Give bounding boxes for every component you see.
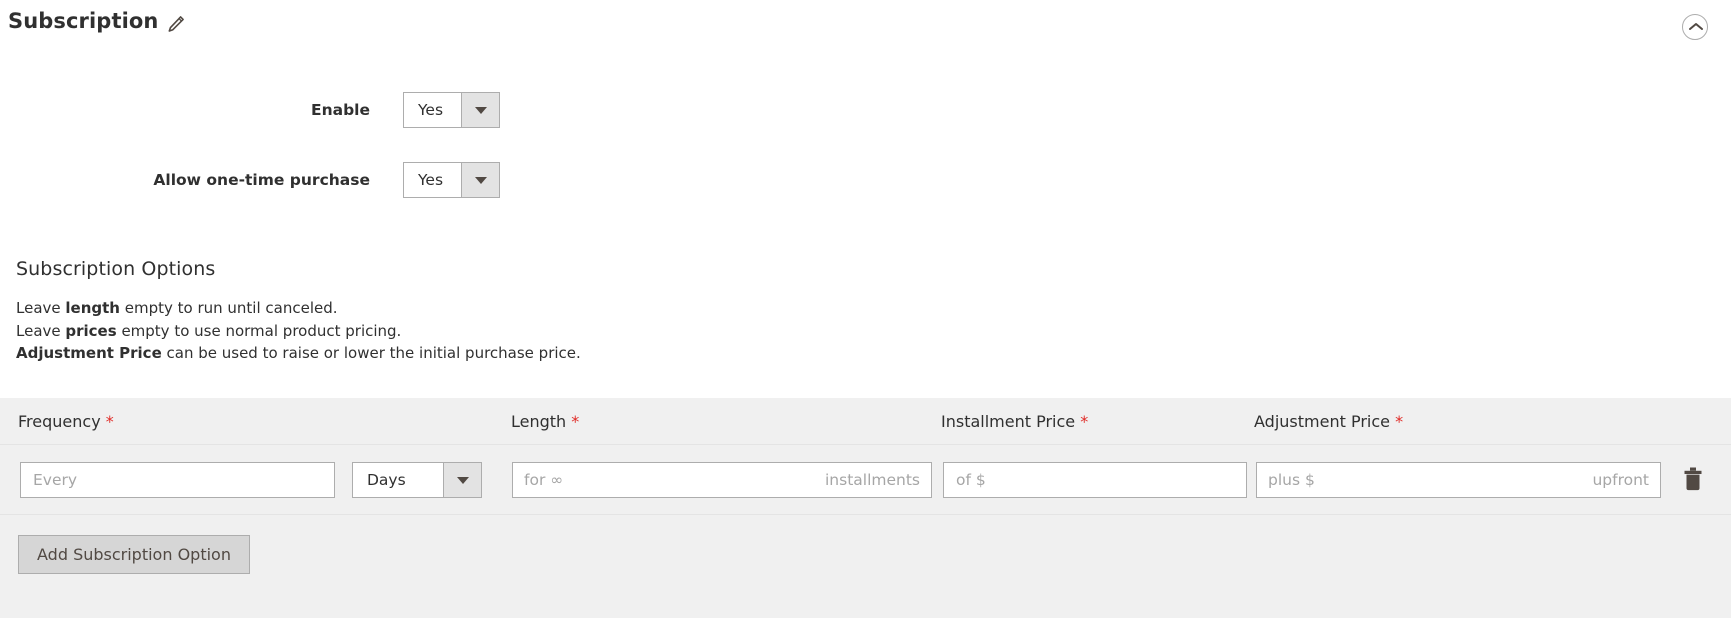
allow-one-time-purchase-select[interactable]: Yes bbox=[403, 162, 500, 198]
required-asterisk: * bbox=[1395, 412, 1404, 431]
desc-1-before: Leave bbox=[16, 299, 66, 317]
subscription-options-table: Frequency * Length * Installment Price *… bbox=[0, 398, 1731, 618]
table-footer: Add Subscription Option bbox=[0, 515, 1731, 615]
column-header-frequency-label: Frequency bbox=[18, 412, 101, 431]
chevron-down-icon bbox=[461, 163, 499, 197]
adjustment-price-input[interactable] bbox=[1256, 462, 1661, 498]
section-header: Subscription bbox=[0, 0, 1731, 52]
chevron-down-icon bbox=[461, 93, 499, 127]
collapse-section-button[interactable] bbox=[1682, 14, 1708, 40]
table-row: Days for ∞ installments plus $ upfront bbox=[0, 445, 1731, 515]
description-line-1: Leave length empty to run until canceled… bbox=[16, 297, 581, 320]
required-asterisk: * bbox=[571, 412, 580, 431]
field-label-enable: Enable bbox=[310, 101, 370, 119]
column-header-length-label: Length bbox=[511, 412, 567, 431]
column-header-adjustment-price-label: Adjustment Price bbox=[1254, 412, 1390, 431]
page-title: Subscription bbox=[8, 9, 159, 33]
length-input[interactable] bbox=[512, 462, 932, 498]
length-field: for ∞ installments bbox=[512, 462, 932, 498]
column-header-length: Length * bbox=[511, 398, 579, 445]
description-line-2: Leave prices empty to use normal product… bbox=[16, 320, 581, 343]
subscription-options-heading: Subscription Options bbox=[16, 258, 216, 280]
desc-2-after: empty to use normal product pricing. bbox=[116, 321, 402, 340]
chevron-up-icon bbox=[1689, 23, 1703, 30]
frequency-unit-select-value: Days bbox=[353, 463, 443, 497]
subscription-options-description: Leave length empty to run until canceled… bbox=[16, 297, 581, 365]
installment-price-input[interactable] bbox=[943, 462, 1247, 498]
delete-row-button[interactable] bbox=[1681, 466, 1705, 492]
required-asterisk: * bbox=[1080, 412, 1089, 431]
enable-select-value: Yes bbox=[404, 93, 461, 127]
adjustment-price-field: plus $ upfront bbox=[1256, 462, 1661, 498]
desc-1-after: empty to run until canceled. bbox=[119, 299, 338, 317]
column-header-installment-price: Installment Price * bbox=[941, 398, 1088, 445]
allow-one-time-purchase-select-value: Yes bbox=[404, 163, 461, 197]
chevron-down-icon bbox=[443, 463, 481, 497]
desc-3-bold: Adjustment Price bbox=[16, 344, 162, 362]
desc-3-after: can be used to raise or lower the initia… bbox=[161, 344, 581, 362]
trash-icon bbox=[1684, 467, 1702, 491]
column-header-installment-price-label: Installment Price bbox=[941, 412, 1076, 431]
field-label-allow-one-time-purchase: Allow one-time purchase bbox=[153, 171, 370, 189]
desc-2-before: Leave bbox=[16, 321, 66, 340]
frequency-input[interactable] bbox=[20, 462, 335, 498]
required-asterisk: * bbox=[105, 412, 114, 431]
column-header-frequency: Frequency * bbox=[18, 398, 114, 445]
enable-select[interactable]: Yes bbox=[403, 92, 500, 128]
field-enable: Enable Yes bbox=[0, 92, 500, 128]
column-header-adjustment-price: Adjustment Price * bbox=[1254, 398, 1403, 445]
subscription-section: Subscription Enable Yes Allow one-time p… bbox=[0, 0, 1731, 618]
table-header-row: Frequency * Length * Installment Price *… bbox=[0, 398, 1731, 445]
frequency-unit-select[interactable]: Days bbox=[352, 462, 482, 498]
pencil-icon[interactable] bbox=[166, 14, 186, 34]
field-allow-one-time-purchase: Allow one-time purchase Yes bbox=[0, 162, 500, 198]
add-subscription-option-button[interactable]: Add Subscription Option bbox=[18, 535, 250, 574]
desc-2-bold: prices bbox=[65, 321, 117, 340]
description-line-3: Adjustment Price can be used to raise or… bbox=[16, 342, 581, 365]
desc-1-bold: length bbox=[65, 299, 120, 317]
